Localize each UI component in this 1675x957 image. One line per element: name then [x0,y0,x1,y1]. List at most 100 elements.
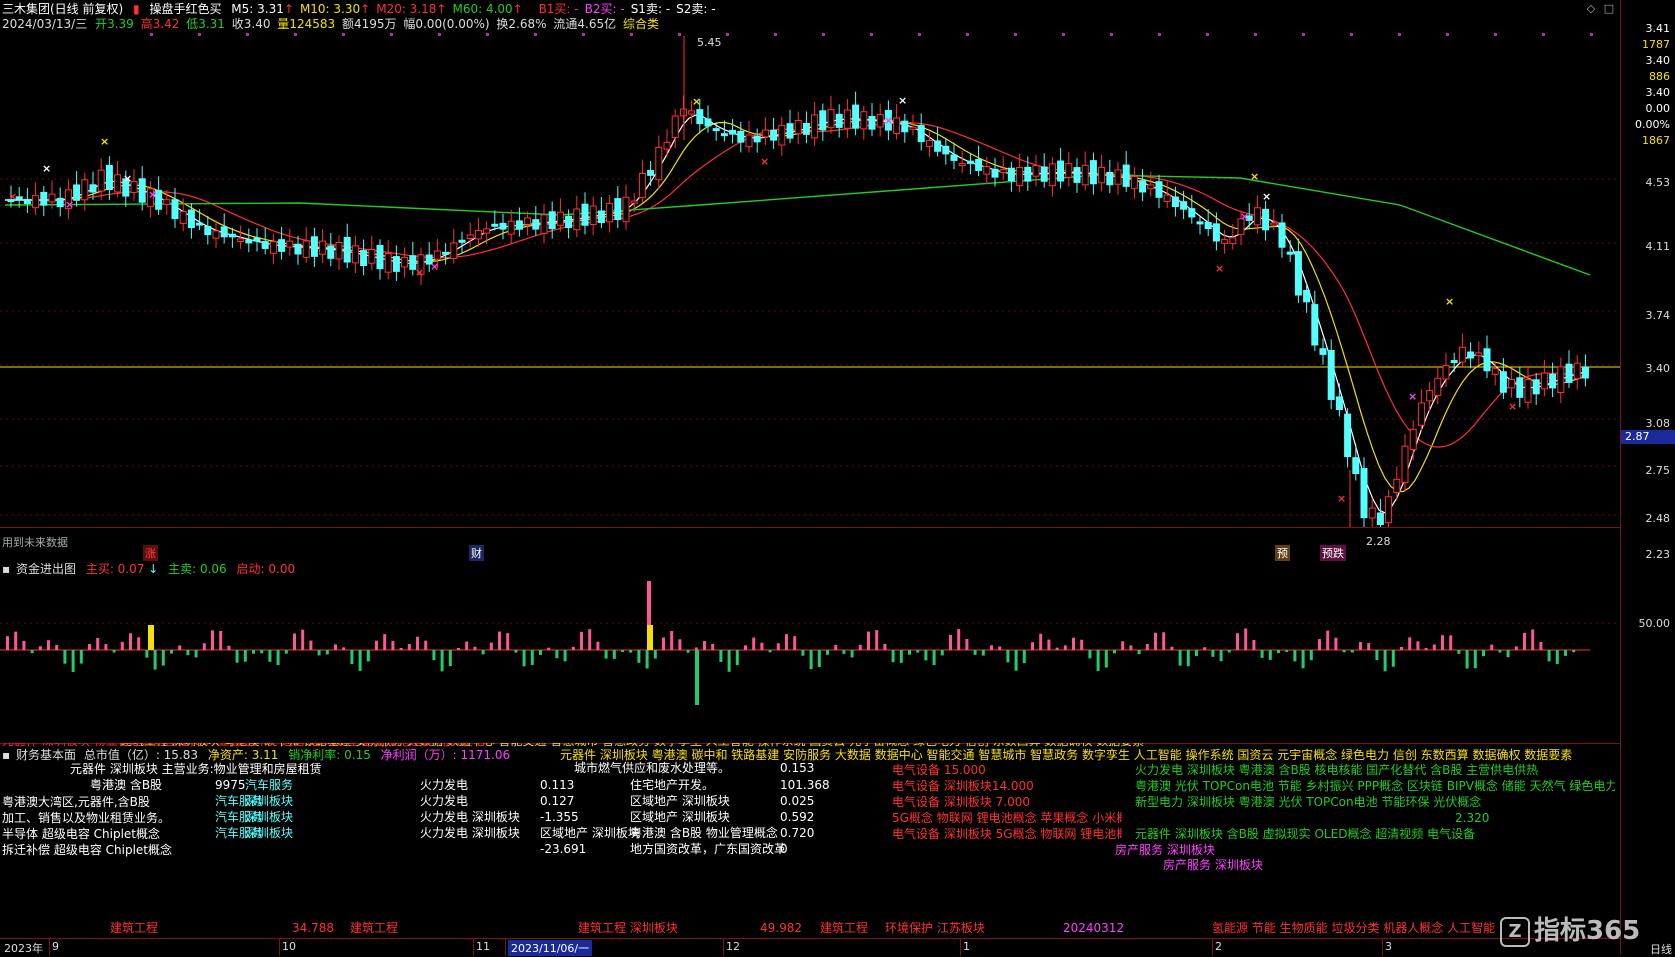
panel-menu-icon[interactable]: ▪ [2,748,10,762]
candle-body [532,219,540,230]
fund-flow-panel[interactable]: ▪ 资金进出图 主买: 0.07 ↓ 主卖: 0.06 启动: 0.00 [0,559,1620,744]
quote-value-5: 0.00 [1645,102,1671,115]
candle-body [934,140,942,152]
candle-body [655,146,663,181]
table-cell-e: 住宅地产开发。 [630,778,715,792]
candle-body [1303,289,1311,303]
flow-bar [1293,650,1297,662]
fund-flow-bars[interactable] [0,559,1620,743]
time-axis[interactable]: 2023年 9 10 11 2023/11/06/一 12 1 2 3 [0,938,1620,956]
flow-bar [284,650,288,654]
candle-body [589,205,597,225]
flow-bar-highlight [647,625,653,650]
fund-text-line-6: 加工、销售以及物业租赁业务。 [2,811,171,825]
flow-bar [457,647,460,650]
flow-bar [1350,650,1354,653]
signal-cross: × [1215,262,1224,275]
candle-body [1573,362,1581,380]
candle-body [630,200,638,204]
price-tick-5: 2.75 [1645,464,1671,477]
candle-body [1171,196,1179,208]
bottom-line-2: 建筑工程 [350,921,399,935]
flow-bar [235,650,239,663]
bottom-line-3: 建筑工程 深圳板块 [578,921,678,935]
candle-body [597,210,605,224]
flow-bar [194,650,198,658]
time-tick [473,939,474,956]
flow-bar [998,646,1002,650]
table-cell-c: 火力发电 [420,778,469,792]
flow-bar [1564,650,1567,656]
signal-dot [1398,33,1401,36]
signal-cross: × [1508,400,1517,413]
flow-bar [949,634,952,650]
candle-body [1368,507,1376,519]
flow-bar [1039,633,1043,650]
table-cell-b: 深圳板块 [245,810,294,824]
flow-bar [79,650,83,664]
signal-cross: × [100,135,109,148]
candle-body [23,198,31,204]
flow-bar [358,650,362,671]
time-tick [1212,939,1213,956]
candle-body [819,110,827,131]
price-panel[interactable]: 三木集团(日线 前复权) ▮ 操盘手红色买 M5: 3.31↑ M10: 3.30… [0,0,1620,561]
signal-dot [822,33,825,36]
signal-dot [1590,33,1593,36]
candlestick-chart[interactable]: ××××××××××××××××××××× [0,0,1620,527]
candle-body [507,220,515,235]
fundamentals-title[interactable]: 财务基本面 [16,748,76,762]
time-label-4: 2023/11/06/一 [508,940,593,956]
flow-bar [342,647,346,650]
candle-body [384,253,392,273]
price-tick-4: 3.08 [1645,417,1671,430]
flow-bar [653,650,657,659]
fund-text-line-3: 元器件 深圳板块 主营业务:物业管理和房屋租赁 [70,762,322,776]
signal-cross: × [898,94,907,107]
flow-bar [809,650,813,670]
signal-dot [1350,33,1353,36]
time-tick [723,939,724,956]
candle-body [671,115,679,138]
flow-bar [227,645,231,650]
signal-cross: × [1262,190,1271,203]
signal-dot [198,33,201,36]
candle-body [1467,351,1475,359]
flow-bar [1383,650,1387,672]
flow-bar [891,650,895,663]
candle-body [204,225,212,236]
bottom-line-8: 氢能源 节能 生物质能 垃圾分类 机器人概念 人工智能 [1212,921,1496,935]
candle-body [729,129,737,135]
flow-bar [1211,650,1215,657]
time-label-8: 3 [1385,940,1392,953]
candle-body [827,109,835,129]
candle-body [1540,372,1548,390]
flow-bar [120,641,124,650]
candle-body [1180,201,1188,210]
flow-bar [63,650,67,664]
flow-bar [186,650,190,656]
candle-body [1048,163,1056,187]
candle-body [269,241,277,254]
flow-bar [940,650,944,656]
price-tick-2: 3.74 [1645,309,1671,322]
candle-body [433,250,441,260]
flow-bar [424,640,428,650]
flow-bar [965,638,969,650]
fundamentals-panel[interactable]: ▪ 财务基本面 总市值（亿）: 15.83 净资产: 3.11 销净利率: 0.… [0,743,1620,938]
table-cell-e: 区域地产 深圳板块 [630,810,730,824]
flow-bar-peak [647,581,651,625]
col3-line-4: 电气设备 深圳板块 5G概念 物联网 锂电池概念 虚拟现实 OLED概念 [892,827,1122,841]
signal-dot [1206,33,1209,36]
candle-body [1262,208,1270,231]
signal-cross: × [430,260,439,273]
flow-bar [1555,650,1559,664]
table-cell-f: 101.368 [780,778,830,792]
candle-body [794,119,802,135]
candle-body [1204,221,1212,230]
candle-body [1581,366,1589,379]
flow-bar [375,640,378,650]
flow-bar [670,630,674,650]
candle-body [786,123,794,139]
flow-bar [916,650,920,653]
